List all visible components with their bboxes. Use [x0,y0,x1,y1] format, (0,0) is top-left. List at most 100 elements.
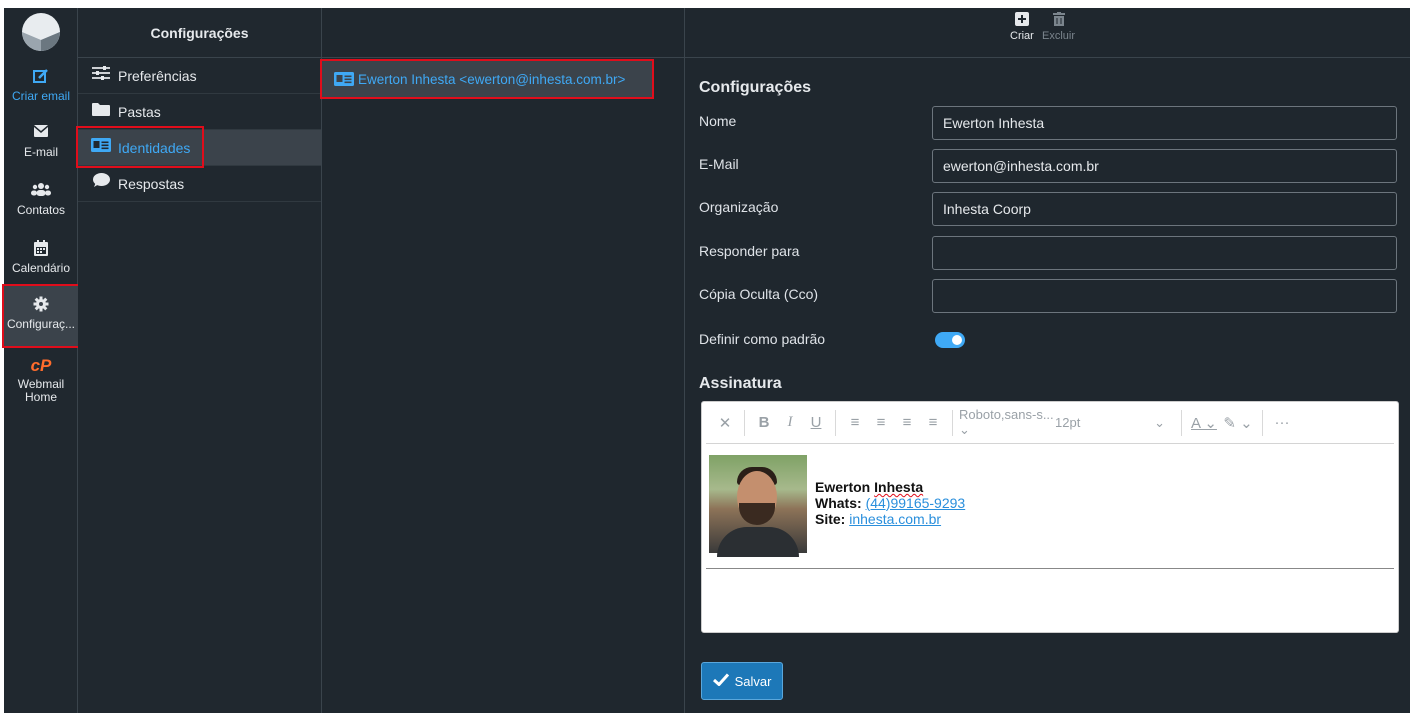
gear-icon [4,296,78,316]
toolbar-divider [952,409,953,436]
rail-email-label: E-mail [23,145,58,159]
rail-contacts[interactable]: Contatos [4,182,78,217]
name-label: Nome [699,113,737,129]
checkmark-icon [712,673,729,689]
delete-button-label: Excluir [1042,30,1076,42]
signature-name: Ewerton Inhesta [815,479,965,495]
identity-editor: Criar Excluir Configurações Nome E-Mail … [685,8,1410,713]
rail-settings[interactable]: Configuraç... [2,284,80,348]
editor-body[interactable]: Ewerton Inhesta Whats: (44)99165-9293 Si… [706,444,1394,569]
chevron-down-icon: ⌄ [1154,414,1165,430]
signature-section-title: Assinatura [699,375,782,392]
menu-item-responses[interactable]: Respostas [78,166,321,202]
calendar-icon [4,240,78,260]
identity-item[interactable]: Ewerton Inhesta <ewerton@inhesta.com.br> [320,59,654,99]
organization-row: Organização [699,192,1397,226]
highlight-color-icon[interactable]: ✎ ⌄ [1220,414,1256,432]
identity-item-label: Ewerton Inhesta <ewerton@inhesta.com.br> [358,71,626,87]
whats-label: Whats: [815,495,862,511]
rail-email[interactable]: E-mail [4,124,78,159]
whats-link[interactable]: (44)99165-9293 [866,495,966,511]
size-select-value: 12pt [1055,414,1081,430]
site-label: Site: [815,511,846,527]
compose-icon [4,68,78,88]
more-options-icon[interactable]: ··· [1269,414,1295,431]
rail-calendar-label: Calendário [11,261,71,275]
align-right-icon[interactable]: ≡ [894,414,920,431]
trash-icon [1052,12,1065,26]
users-icon [4,182,78,202]
rail-webmail-home[interactable]: cP Webmail Home [4,356,78,404]
signature-photo [709,455,807,557]
left-rail: Criar email E-mail Contatos Calendário C [2,8,80,713]
create-button[interactable]: Criar [1010,12,1034,42]
save-button-label: Salvar [734,673,772,689]
align-center-icon[interactable]: ≡ [868,414,894,431]
email-field[interactable] [932,149,1397,183]
reply-to-field[interactable] [932,236,1397,270]
font-select-value: Roboto,sans-s... [959,407,1054,422]
plus-square-icon [1014,12,1029,26]
bold-icon[interactable]: B [751,414,777,431]
default-row: Definir como padrão [699,324,1397,358]
email-label: E-Mail [699,156,739,172]
default-toggle[interactable] [935,332,965,348]
signature-name-last: Inhesta [874,479,924,495]
rail-calendar[interactable]: Calendário [4,240,78,275]
name-row: Nome [699,106,1397,140]
bcc-label: Cópia Oculta (Cco) [699,286,819,302]
signature-whats: Whats: (44)99165-9293 [815,495,965,511]
delete-button[interactable]: Excluir [1042,12,1075,42]
font-select[interactable]: Roboto,sans-s... ⌄ [959,407,1055,438]
email-row: E-Mail [699,149,1397,183]
settings-menu-title: Configurações [78,8,321,58]
rail-settings-label: Configuraç... [6,317,76,331]
organization-field[interactable] [932,192,1397,226]
bcc-field[interactable] [932,279,1397,313]
site-link[interactable]: inhesta.com.br [849,511,941,527]
align-left-icon[interactable]: ≡ [842,414,868,431]
menu-item-folders[interactable]: Pastas [78,94,321,130]
size-select[interactable]: 12pt ⌄ [1055,415,1175,431]
folder-icon [90,94,112,130]
rail-compose-label: Criar email [11,89,70,103]
signature-site: Site: inhesta.com.br [815,511,965,527]
save-button[interactable]: Salvar [701,662,783,700]
text-color-icon[interactable]: A ⌄ [1188,414,1220,432]
roundcube-logo-icon[interactable] [16,10,66,54]
toolbar-divider [744,409,745,436]
toolbar: Criar Excluir [685,8,1410,58]
envelope-icon [4,124,78,144]
identities-list-header [322,8,684,58]
menu-item-responses-label: Respostas [118,175,185,192]
toolbar-divider [1181,409,1182,436]
underline-icon[interactable]: U [803,414,829,431]
settings-section-title: Configurações [699,79,812,96]
signature-name-first: Ewerton [815,479,871,495]
identities-list: Ewerton Inhesta <ewerton@inhesta.com.br> [320,8,685,713]
toolbar-divider [1262,409,1263,436]
name-field[interactable] [932,106,1397,140]
menu-item-identities[interactable]: Identidades [76,126,321,168]
signature-text: Ewerton Inhesta Whats: (44)99165-9293 Si… [815,479,965,527]
toolbar-divider [835,409,836,436]
webmail-app: Criar email E-mail Contatos Calendário C [2,8,1410,713]
settings-menu: Configurações Preferências Pastas Identi… [76,8,322,713]
reply-to-label: Responder para [699,243,800,259]
menu-item-preferences-label: Preferências [118,67,197,84]
italic-icon[interactable]: I [777,414,803,431]
cpanel-icon: cP [30,356,52,375]
id-card-icon [334,72,354,86]
signature-editor: ✕ B I U ≡ ≡ ≡ ≡ Roboto,sans-s... ⌄ 12pt ⌄… [701,401,1399,633]
default-label: Definir como padrão [699,331,826,347]
menu-item-preferences[interactable]: Preferências [78,58,321,94]
align-justify-icon[interactable]: ≡ [920,414,946,431]
bcc-row: Cópia Oculta (Cco) [699,279,1397,313]
rail-compose[interactable]: Criar email [4,68,78,103]
reply-to-row: Responder para [699,236,1397,270]
create-button-label: Criar [1010,30,1034,42]
rail-contacts-label: Contatos [16,203,66,217]
speech-bubble-icon [90,166,112,202]
rail-webmail-home-label: Webmail Home [17,377,65,404]
clear-format-icon[interactable]: ✕ [712,414,738,432]
